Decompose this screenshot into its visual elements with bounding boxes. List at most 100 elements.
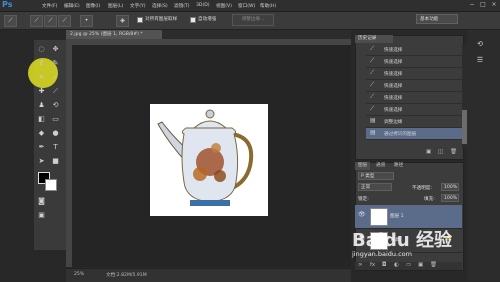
type-tool-icon[interactable]: T bbox=[50, 142, 61, 153]
photoshop-logo: Ps bbox=[2, 0, 13, 9]
brush-icon: ⟋ bbox=[370, 45, 375, 52]
history-panel-icon[interactable]: ⟲ bbox=[474, 38, 486, 50]
new-document-from-state-icon[interactable]: ▣ bbox=[426, 149, 431, 155]
brush-size-picker[interactable]: • bbox=[80, 15, 93, 27]
gradient-tool-icon[interactable]: ▭ bbox=[50, 114, 61, 125]
menu-help[interactable]: 帮助(H) bbox=[260, 3, 276, 9]
history-item-label: 调整边缘 bbox=[384, 120, 403, 125]
fill-input[interactable]: 100% bbox=[441, 194, 459, 202]
layer-style-icon[interactable]: fx bbox=[370, 262, 375, 268]
auto-enhance-checkbox[interactable] bbox=[190, 17, 196, 23]
history-brush-tool-icon[interactable]: ⟲ bbox=[50, 100, 61, 111]
quick-mask-icon[interactable]: ◙ bbox=[36, 196, 47, 207]
document-tab[interactable]: 2.jpg @ 25% (图层 1, RGB/8#) * bbox=[66, 30, 162, 39]
history-item-label: 快速选择 bbox=[384, 48, 403, 53]
history-item[interactable] bbox=[366, 116, 462, 128]
history-item-label: 快速选择 bbox=[384, 84, 403, 89]
brush-options-icon[interactable]: ◈ bbox=[116, 15, 129, 27]
panel-dock bbox=[467, 30, 500, 281]
quick-selection-tool-icon[interactable]: ✎ bbox=[50, 58, 61, 69]
layer-copy-icon: ▤ bbox=[370, 129, 376, 136]
refine-edge-button[interactable]: 调整边缘... bbox=[232, 14, 274, 26]
layer-filter-select[interactable]: P 类型 bbox=[358, 172, 394, 180]
dodge-tool-icon[interactable]: ● bbox=[50, 128, 61, 139]
layer-name[interactable]: 图层 1 bbox=[390, 213, 404, 219]
background-color-swatch[interactable] bbox=[45, 179, 57, 191]
lasso-tool-icon[interactable]: ℓ bbox=[36, 58, 47, 69]
opacity-input[interactable]: 100% bbox=[441, 183, 459, 191]
menu-filter[interactable]: 滤镜(T) bbox=[174, 3, 190, 9]
delete-state-icon[interactable]: 🗑 bbox=[450, 149, 457, 155]
tool-preset-picker[interactable]: ⟋ bbox=[4, 15, 17, 27]
watermark-url: jingyan.baidu.com bbox=[352, 250, 412, 258]
baidu-watermark: Baidu 经验 jingyan.baidu.com bbox=[352, 226, 470, 258]
menu-select[interactable]: 选择(S) bbox=[152, 3, 168, 9]
document-canvas[interactable] bbox=[150, 104, 268, 216]
brush-icon: ⟋ bbox=[370, 93, 375, 100]
history-item[interactable] bbox=[366, 80, 462, 92]
menu-view[interactable]: 视图(V) bbox=[216, 3, 232, 9]
properties-panel-icon[interactable]: ☰ bbox=[474, 54, 486, 66]
tab-channels[interactable]: 通道 bbox=[373, 162, 388, 170]
document-size: 文档:2.82M/5.91M bbox=[106, 273, 147, 278]
history-item-label: 快速选择 bbox=[384, 96, 403, 101]
brush-icon: ⟋ bbox=[370, 69, 375, 76]
eyedropper-tool-icon[interactable]: ⁄ bbox=[50, 72, 61, 83]
delete-layer-icon[interactable]: 🗑 bbox=[430, 262, 437, 268]
tab-paths[interactable]: 路径 bbox=[391, 162, 406, 170]
healing-brush-tool-icon[interactable]: ✚ bbox=[36, 86, 47, 97]
tab-layers[interactable]: 图层 bbox=[355, 162, 371, 170]
clone-stamp-tool-icon[interactable]: ♟ bbox=[36, 100, 47, 111]
history-item[interactable] bbox=[366, 56, 462, 68]
history-item[interactable] bbox=[366, 44, 462, 56]
new-group-icon[interactable]: ▭ bbox=[406, 262, 411, 268]
minimize-button[interactable]: − bbox=[468, 1, 476, 9]
pen-tool-icon[interactable]: ✒ bbox=[36, 142, 47, 153]
auto-enhance-label: 自动增强 bbox=[198, 17, 217, 22]
link-layers-icon[interactable]: ∞ bbox=[358, 262, 363, 268]
history-item[interactable] bbox=[366, 104, 462, 116]
zoom-level[interactable]: 25% bbox=[74, 272, 84, 277]
add-to-selection-icon[interactable]: ⟋ bbox=[44, 15, 57, 27]
brush-tool-icon[interactable]: ⟋ bbox=[50, 86, 61, 97]
adjustment-layer-icon[interactable]: ◐ bbox=[394, 262, 399, 268]
new-layer-icon[interactable]: ▣ bbox=[418, 262, 423, 268]
teapot-image bbox=[157, 109, 254, 206]
menu-file[interactable]: 文件(F) bbox=[42, 3, 57, 9]
visibility-eye-icon[interactable]: 👁 bbox=[358, 211, 366, 218]
crop-tool-icon[interactable]: ⌗ bbox=[36, 72, 47, 83]
subtract-from-selection-icon[interactable]: ⟋ bbox=[58, 15, 71, 27]
close-button[interactable]: × bbox=[490, 1, 498, 9]
path-selection-tool-icon[interactable]: ➤ bbox=[36, 156, 47, 167]
menu-3d[interactable]: 3D(D) bbox=[196, 3, 210, 8]
menu-image[interactable]: 图像(I) bbox=[86, 3, 100, 9]
history-item-label: 快速选择 bbox=[384, 60, 403, 65]
blend-mode-select[interactable]: 正常 bbox=[358, 183, 392, 191]
brush-icon: ⟋ bbox=[370, 105, 375, 112]
blur-tool-icon[interactable]: ◆ bbox=[36, 128, 47, 139]
sample-all-layers-checkbox[interactable] bbox=[137, 17, 143, 23]
menu-edit[interactable]: 编辑(E) bbox=[64, 3, 80, 9]
maximize-button[interactable]: □ bbox=[479, 1, 487, 9]
history-tab[interactable]: 历史记录 bbox=[355, 35, 393, 43]
marquee-tool-icon[interactable]: ◌ bbox=[36, 44, 47, 55]
new-selection-brush-icon[interactable]: ⟋ bbox=[30, 15, 43, 27]
history-item-label: 通过拷贝的图层 bbox=[384, 132, 417, 137]
move-tool-icon[interactable]: ✥ bbox=[50, 44, 61, 55]
add-mask-icon[interactable]: ◘ bbox=[382, 262, 386, 268]
shape-tool-icon[interactable]: ■ bbox=[50, 156, 61, 167]
screen-mode-icon[interactable]: ▣ bbox=[36, 210, 47, 221]
history-item-label: 快速选择 bbox=[384, 108, 403, 113]
menu-window[interactable]: 窗口(W) bbox=[238, 3, 255, 9]
menu-layer[interactable]: 图层(L) bbox=[108, 3, 123, 9]
history-item[interactable] bbox=[366, 68, 462, 80]
menu-type[interactable]: 文字(Y) bbox=[130, 3, 146, 9]
history-item-label: 快速选择 bbox=[384, 72, 403, 77]
new-snapshot-icon[interactable]: ◫ bbox=[438, 149, 443, 155]
lock-label: 锁定: bbox=[358, 197, 369, 202]
eraser-tool-icon[interactable]: ◧ bbox=[36, 114, 47, 125]
refine-edge-icon: ▤ bbox=[370, 117, 376, 124]
workspace-select[interactable]: 基本功能 bbox=[416, 14, 458, 24]
history-item[interactable] bbox=[366, 92, 462, 104]
layer-thumbnail bbox=[370, 208, 388, 226]
